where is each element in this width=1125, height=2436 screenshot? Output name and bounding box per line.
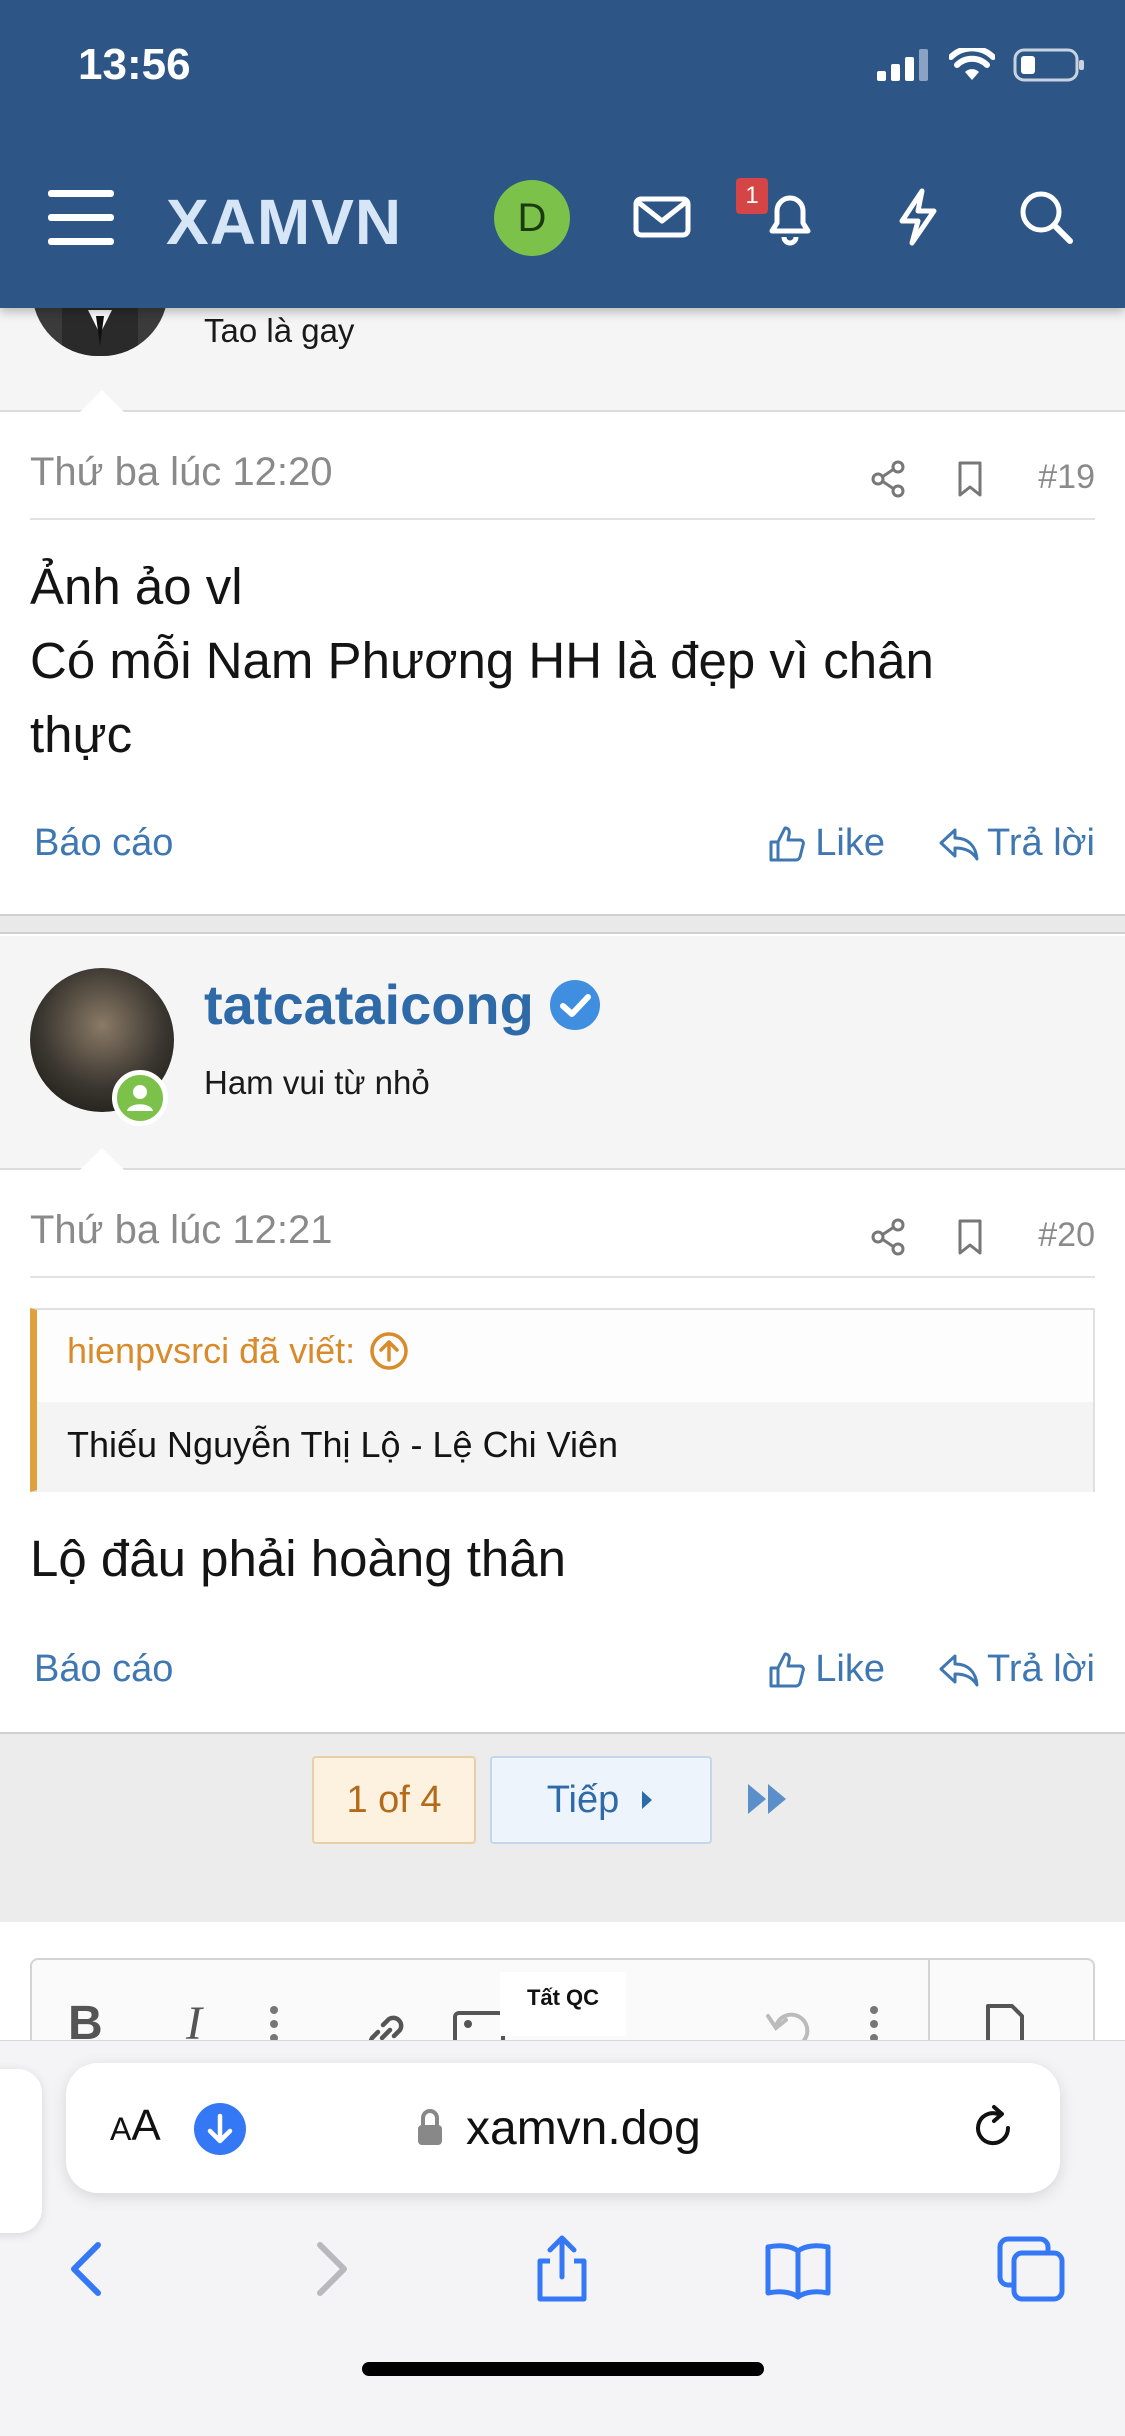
quote-author: hienpvsrci đã viết: xyxy=(67,1330,356,1371)
post-number[interactable]: #20 xyxy=(1038,1216,1095,1255)
share-icon[interactable] xyxy=(867,1216,909,1258)
status-icons xyxy=(877,48,1085,82)
like-button[interactable]: Like xyxy=(767,1648,885,1691)
previous-tab-preview[interactable] xyxy=(0,2069,42,2233)
bookmark-icon[interactable] xyxy=(949,458,991,500)
post-20-author-header: tatcataicong Ham vui từ nhỏ xyxy=(0,936,1125,1170)
like-label: Like xyxy=(815,822,885,864)
pagination-bar: 1 of 4 Tiếp xyxy=(0,1732,1125,1922)
inbox-mail-icon[interactable] xyxy=(630,185,694,249)
wifi-icon xyxy=(949,48,995,80)
post-content-line: Ảnh ảo vl xyxy=(30,558,243,615)
post-actions: Báo cáo Like Trả lời xyxy=(30,1642,1095,1702)
post-meta: Thứ ba lúc 12:21 #20 xyxy=(30,1198,1095,1278)
thumbs-up-icon xyxy=(769,1652,806,1687)
post-actions: Báo cáo Like Trả lời xyxy=(30,816,1095,876)
next-page-label: Tiếp xyxy=(546,1778,620,1821)
reply-label: Trả lời xyxy=(987,822,1095,864)
post-18-author-header: Tao là gay xyxy=(0,290,1125,412)
hamburger-menu-icon[interactable] xyxy=(48,190,114,246)
jump-to-quote-icon[interactable] xyxy=(369,1331,409,1371)
post-date[interactable]: Thứ ba lúc 12:21 xyxy=(30,1208,333,1253)
post-number[interactable]: #19 xyxy=(1038,458,1095,497)
home-indicator xyxy=(362,2362,764,2376)
whats-new-lightning-icon[interactable] xyxy=(886,185,950,249)
author-username-link[interactable]: tatcataicong xyxy=(204,972,602,1037)
text-size-button[interactable]: AA xyxy=(110,2101,161,2151)
bookmark-icon[interactable] xyxy=(949,1216,991,1258)
forward-icon[interactable] xyxy=(294,2233,366,2305)
browser-bottom-bar: AA xamvn.dog xyxy=(0,2040,1125,2436)
download-indicator-icon[interactable] xyxy=(194,2103,246,2155)
report-link[interactable]: Báo cáo xyxy=(34,1648,173,1691)
reply-button[interactable]: Trả lời xyxy=(937,822,1095,865)
post-19: Thứ ba lúc 12:20 #19 Ảnh ảo vl Có mỗi Na… xyxy=(0,414,1125,914)
site-logo[interactable]: XAMVN xyxy=(166,185,402,259)
like-button[interactable]: Like xyxy=(767,822,885,865)
quote-body: Thiếu Nguyễn Thị Lộ - Lệ Chi Viên xyxy=(37,1402,1093,1492)
battery-icon xyxy=(1013,48,1084,82)
like-label: Like xyxy=(815,1648,885,1690)
lock-icon xyxy=(418,2109,442,2145)
author-username: tatcataicong xyxy=(204,973,534,1036)
post-content-line: thực xyxy=(30,706,133,763)
reply-label: Trả lời xyxy=(987,1648,1095,1690)
quote-text: Thiếu Nguyễn Thị Lộ - Lệ Chi Viên xyxy=(67,1424,619,1465)
more-options-icon[interactable] xyxy=(268,2004,280,2044)
caret-right-icon xyxy=(642,1791,653,1809)
search-icon[interactable] xyxy=(1014,185,1078,249)
post-content-line: Có mỗi Nam Phương HH là đẹp vì chân xyxy=(30,632,934,689)
top-bar: 13:56 XAMVN D xyxy=(0,0,1125,308)
post-date[interactable]: Thứ ba lúc 12:20 xyxy=(30,450,333,495)
online-status-icon xyxy=(112,1070,168,1126)
header-pointer xyxy=(80,1148,124,1170)
reply-arrow-icon xyxy=(939,828,979,860)
more-options-icon[interactable] xyxy=(868,2004,880,2044)
next-page-button[interactable]: Tiếp xyxy=(490,1756,712,1844)
address-bar[interactable]: AA xamvn.dog xyxy=(66,2063,1060,2193)
author-signature: Tao là gay xyxy=(204,312,355,349)
main-nav: XAMVN D xyxy=(0,175,1125,265)
back-icon[interactable] xyxy=(52,2233,124,2305)
author-signature: Ham vui từ nhỏ xyxy=(204,1064,430,1101)
post-meta: Thứ ba lúc 12:20 #19 xyxy=(30,440,1095,520)
report-link[interactable]: Báo cáo xyxy=(34,822,173,865)
last-page-icon[interactable] xyxy=(744,1774,794,1824)
ad-toggle-label[interactable]: Tất QC xyxy=(500,1972,626,2036)
bookmarks-book-icon[interactable] xyxy=(762,2233,834,2305)
share-icon[interactable] xyxy=(867,458,909,500)
quote-block: hienpvsrci đã viết: Thiếu Nguyễn Thị Lộ … xyxy=(30,1308,1095,1492)
reply-arrow-icon xyxy=(939,1654,979,1686)
url-domain[interactable]: xamvn.dog xyxy=(466,2101,701,2156)
user-avatar[interactable]: D xyxy=(494,180,570,256)
post-content: Ảnh ảo vl Có mỗi Nam Phương HH là đẹp vì… xyxy=(30,550,1095,772)
page-jump-button[interactable]: 1 of 4 xyxy=(312,1756,476,1844)
post-divider xyxy=(0,914,1125,934)
reply-button[interactable]: Trả lời xyxy=(937,1648,1095,1691)
verified-badge-icon xyxy=(549,979,600,1030)
notification-badge: 1 xyxy=(736,178,768,214)
cellular-signal-icon xyxy=(877,49,928,81)
header-pointer xyxy=(80,390,124,412)
thumbs-up-icon xyxy=(769,826,806,861)
reload-icon[interactable] xyxy=(966,2101,1020,2155)
tabs-overview-icon[interactable] xyxy=(996,2233,1068,2305)
quote-header[interactable]: hienpvsrci đã viết: xyxy=(67,1330,409,1372)
status-time: 13:56 xyxy=(78,40,191,89)
post-content: Lộ đâu phải hoàng thân xyxy=(30,1530,566,1587)
share-sheet-icon[interactable] xyxy=(526,2233,598,2305)
